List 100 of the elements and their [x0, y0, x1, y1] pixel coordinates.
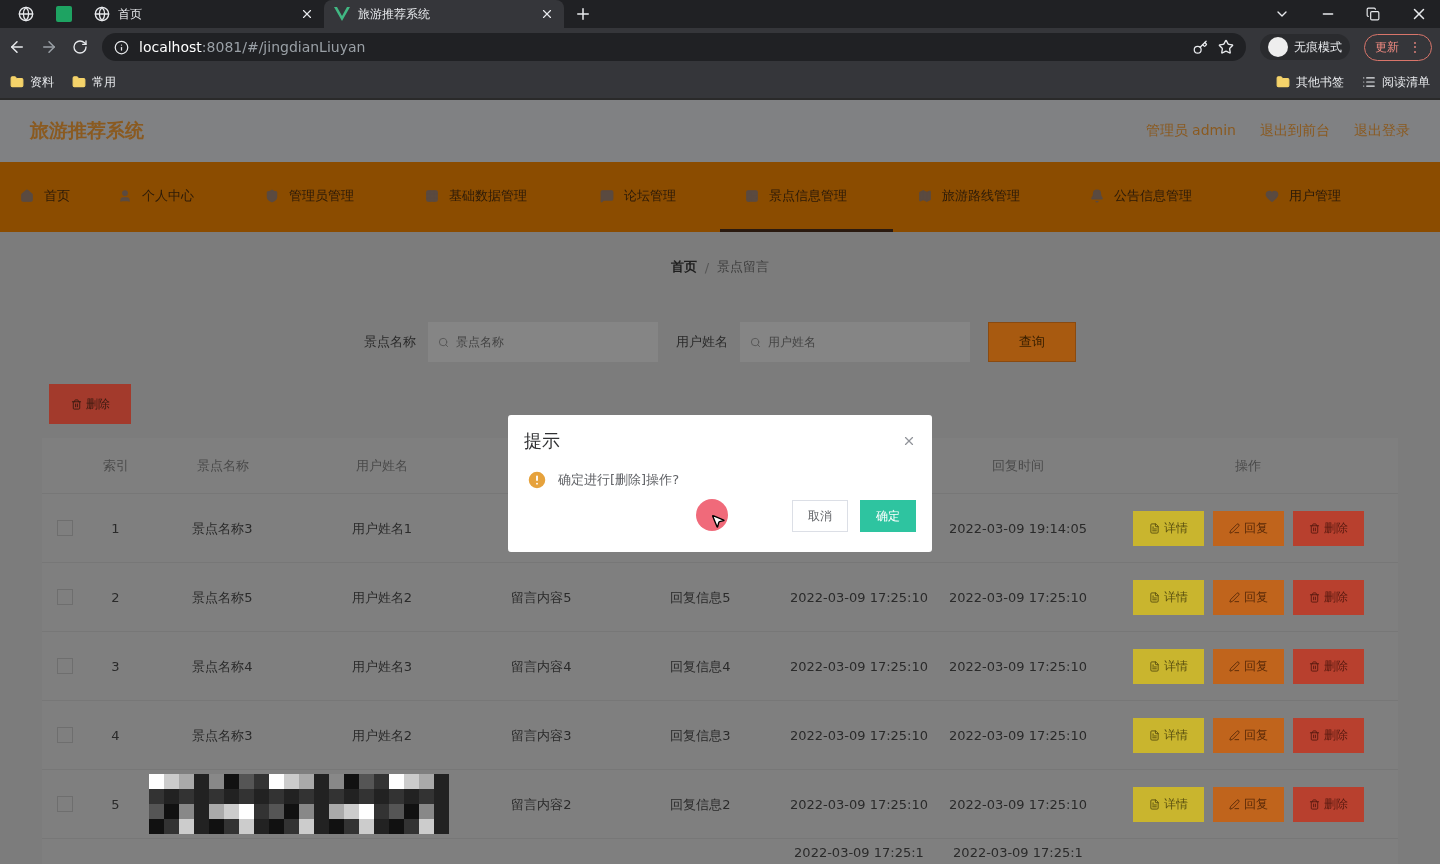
reload-icon[interactable] [72, 39, 88, 55]
table-cell-text: 留言内容2 [510, 795, 573, 814]
more-button[interactable]: ⋮ [1407, 38, 1423, 56]
table-cell-text: 2022-03-09 17:25:10 [947, 795, 1089, 814]
nav-item[interactable]: 个人中心 [98, 162, 240, 232]
delete-button[interactable]: 删除 [49, 384, 131, 424]
table-cell-text: 景点名称4 [191, 657, 254, 676]
table-cell-text: 2022-03-09 19:14:05 [947, 519, 1089, 538]
action-button[interactable]: 详情 [1132, 648, 1204, 684]
shield-icon [265, 188, 279, 203]
action-button[interactable]: 详情 [1132, 786, 1204, 822]
table-cell-text: 2022-03-09 17:25:10 [947, 588, 1089, 607]
table-cell-text: 回复信息2 [669, 795, 732, 814]
action-button[interactable]: 删除 [1292, 579, 1364, 615]
forward-icon[interactable] [40, 38, 58, 56]
table-cell-text: 3 [110, 657, 121, 676]
action-button[interactable]: 删除 [1292, 510, 1364, 546]
url-path: :8081/#/jingdianLiuyan [201, 39, 366, 55]
restore-icon[interactable] [1366, 7, 1380, 21]
pencil-icon [1228, 591, 1240, 603]
bookmark[interactable]: 其他书签 [1276, 73, 1344, 91]
table-cell-text: 5 [110, 795, 121, 814]
cancel-button[interactable]: 取消 [792, 500, 848, 532]
trash-icon [70, 398, 82, 410]
table-cell-text: 2022-03-09 17:25:10 [947, 726, 1089, 745]
table-cell-text: 回复信息5 [669, 588, 732, 607]
globe-icon [94, 6, 110, 22]
update-button[interactable]: 更新 [1373, 36, 1401, 58]
action-button[interactable]: 回复 [1212, 510, 1284, 546]
table-cell-text: 2022-03-09 17:25:10 [947, 657, 1089, 676]
field-label: 景点名称 [364, 333, 416, 351]
pencil-icon [1228, 660, 1240, 672]
cursor-icon [710, 513, 726, 529]
nav-item[interactable]: 公告信息管理 [1065, 162, 1240, 232]
header-link[interactable]: 退出到前台 [1260, 122, 1330, 140]
action-button[interactable]: 详情 [1132, 579, 1204, 615]
action-button[interactable]: 删除 [1292, 717, 1364, 753]
star-icon[interactable] [1218, 39, 1234, 55]
breadcrumb-item[interactable]: 首页 [670, 258, 697, 276]
nav-item[interactable]: 论坛管理 [575, 162, 720, 232]
nav-item[interactable]: 用户管理 [1240, 162, 1440, 232]
action-button[interactable]: 回复 [1212, 786, 1284, 822]
table-cell-text: 回复信息4 [669, 657, 732, 676]
folder-icon [72, 75, 86, 89]
bookmark[interactable]: 资料 [10, 73, 54, 91]
breadcrumb-separator: / [704, 259, 710, 275]
key-icon[interactable] [1193, 39, 1208, 55]
browser-tab[interactable]: 旅游推荐系统 [324, 0, 564, 28]
trash-icon [1308, 591, 1320, 603]
address-bar[interactable]: localhost:8081/#/jingdianLiuyan [102, 33, 1246, 61]
trash-icon [1308, 522, 1320, 534]
v-logo-icon [334, 7, 350, 21]
nav-item[interactable]: 首页 [0, 162, 98, 232]
header-link[interactable]: 退出登录 [1354, 122, 1410, 140]
folder-icon [1276, 75, 1290, 89]
back-icon[interactable] [8, 38, 26, 56]
list-icon [1362, 75, 1376, 89]
action-button[interactable]: 删除 [1292, 786, 1364, 822]
action-button[interactable]: 详情 [1132, 717, 1204, 753]
nav-item[interactable]: 旅游路线管理 [893, 162, 1065, 232]
header-link[interactable]: 管理员 admin [1145, 122, 1236, 140]
action-button[interactable]: 删除 [1292, 648, 1364, 684]
pencil-icon [1228, 522, 1240, 534]
map-icon [918, 188, 932, 203]
profile-chip[interactable]: 无痕模式 [1260, 34, 1350, 60]
new-tab-icon[interactable] [574, 5, 592, 23]
folder-icon [10, 75, 24, 89]
table-cell-text: 留言内容3 [510, 726, 573, 745]
chat-icon [600, 188, 614, 203]
bookmark[interactable]: 阅读清单 [1362, 73, 1430, 91]
action-button[interactable]: 详情 [1132, 510, 1204, 546]
bell-icon [1090, 188, 1104, 203]
field-label: 用户姓名 [676, 333, 728, 351]
trash-icon [1308, 660, 1320, 672]
search-field[interactable]: 用户姓名 [740, 322, 970, 362]
app-title: 旅游推荐系统 [30, 118, 145, 143]
table-cell-text: 用户姓名2 [350, 588, 414, 607]
click-indicator [696, 499, 728, 531]
table-cell-text: 2022-03-09 17:25:10 [788, 726, 930, 745]
dialog-message: 确定进行[删除]操作? [558, 471, 680, 489]
action-button[interactable]: 回复 [1212, 717, 1284, 753]
close-icon[interactable] [300, 7, 314, 21]
table-cell-text: 2022-03-09 17:25:1 [952, 844, 1084, 862]
browser-tab[interactable]: 首页 [84, 0, 324, 28]
nav-item[interactable]: 基础数据管理 [400, 162, 575, 232]
query-button[interactable]: 查询 [988, 322, 1076, 362]
table-cell-text: 用户姓名3 [350, 657, 414, 676]
confirm-button[interactable]: 确定 [860, 500, 916, 532]
table-cell-text: 用户姓名1 [350, 519, 414, 538]
close-icon[interactable] [540, 7, 554, 21]
action-button[interactable]: 回复 [1212, 579, 1284, 615]
action-button[interactable]: 回复 [1212, 648, 1284, 684]
table-cell-text: 回复信息3 [669, 726, 732, 745]
globe-icon [18, 6, 34, 22]
table-cell-text: 2022-03-09 17:25:10 [788, 657, 930, 676]
profile-label: 无痕模式 [1294, 38, 1342, 56]
nav-item[interactable]: 景点信息管理 [720, 162, 893, 232]
bookmark[interactable]: 常用 [72, 73, 116, 91]
nav-item[interactable]: 管理员管理 [240, 162, 400, 232]
search-field[interactable]: 景点名称 [428, 322, 658, 362]
